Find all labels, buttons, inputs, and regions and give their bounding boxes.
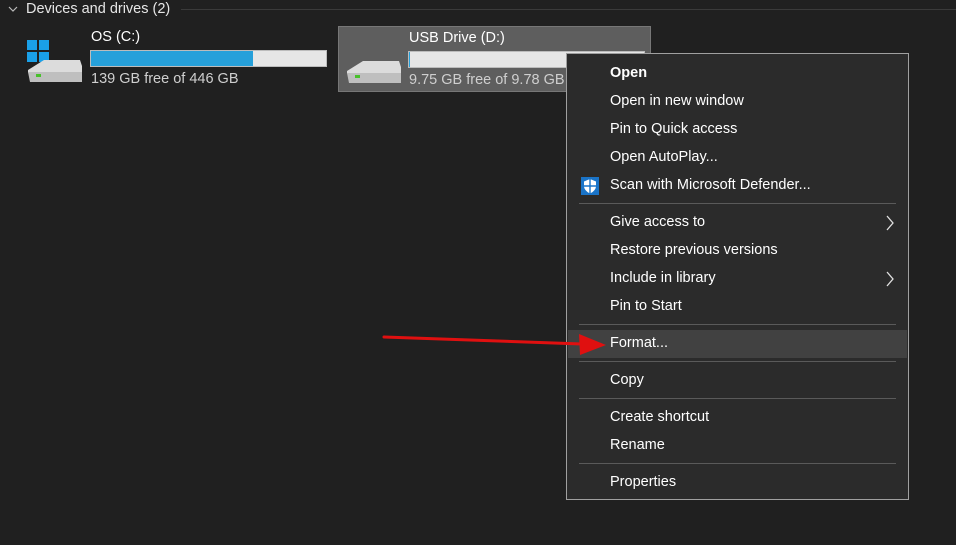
menu-item-label: Format...: [610, 335, 669, 351]
menu-item-label: Scan with Microsoft Defender...: [610, 177, 811, 193]
menu-separator: [579, 324, 896, 325]
drive-c-usage-bar: [90, 50, 327, 67]
menu-item-properties[interactable]: Properties: [568, 469, 907, 497]
defender-shield-icon: [581, 177, 599, 195]
menu-item-label: Open: [610, 65, 648, 81]
menu-item-open[interactable]: Open: [568, 60, 907, 88]
menu-item-rename[interactable]: Rename: [568, 432, 907, 460]
devices-group-header[interactable]: Devices and drives (2): [6, 0, 170, 18]
menu-item-label: Properties: [610, 474, 677, 490]
menu-item-label: Open in new window: [610, 93, 744, 109]
drive-d-name: USB Drive (D:): [409, 30, 505, 46]
context-menu: Open Open in new window Pin to Quick acc…: [566, 53, 909, 500]
menu-item-format[interactable]: Format...: [568, 330, 907, 358]
usb-drive-icon: [347, 61, 401, 83]
menu-item-include-library[interactable]: Include in library: [568, 265, 907, 293]
menu-separator: [579, 361, 896, 362]
menu-item-open-autoplay[interactable]: Open AutoPlay...: [568, 144, 907, 172]
windows-drive-icon: [27, 40, 82, 82]
menu-item-label: Restore previous versions: [610, 242, 778, 258]
group-title: Devices and drives (2): [26, 1, 171, 17]
drive-c-free-text: 139 GB free of 446 GB: [91, 71, 239, 87]
menu-item-label: Create shortcut: [610, 409, 710, 425]
menu-separator: [579, 398, 896, 399]
menu-item-pin-quick-access[interactable]: Pin to Quick access: [568, 116, 907, 144]
drive-c-usage-fill: [91, 51, 254, 66]
menu-item-scan-defender[interactable]: Scan with Microsoft Defender...: [568, 172, 907, 200]
menu-separator: [579, 463, 896, 464]
drive-c[interactable]: OS (C:) 139 GB free of 446 GB: [22, 26, 332, 92]
group-divider: [181, 9, 956, 10]
menu-item-restore-versions[interactable]: Restore previous versions: [568, 237, 907, 265]
menu-item-give-access[interactable]: Give access to: [568, 209, 907, 237]
drive-d-free-text: 9.75 GB free of 9.78 GB: [409, 72, 565, 88]
drive-d-usage-fill: [409, 52, 410, 67]
menu-item-create-shortcut[interactable]: Create shortcut: [568, 404, 907, 432]
menu-item-label: Pin to Start: [610, 298, 682, 314]
drive-c-name: OS (C:): [91, 29, 141, 45]
menu-item-pin-start[interactable]: Pin to Start: [568, 293, 907, 321]
menu-item-copy[interactable]: Copy: [568, 367, 907, 395]
menu-item-label: Include in library: [610, 270, 716, 286]
menu-item-label: Rename: [610, 437, 665, 453]
menu-item-label: Open AutoPlay...: [610, 149, 718, 165]
menu-item-label: Copy: [610, 372, 644, 388]
menu-separator: [579, 203, 896, 204]
menu-item-open-new-window[interactable]: Open in new window: [568, 88, 907, 116]
chevron-right-icon: [886, 215, 894, 231]
menu-item-label: Pin to Quick access: [610, 121, 738, 137]
chevron-down-icon: [8, 6, 18, 12]
chevron-right-icon: [886, 271, 894, 287]
menu-item-label: Give access to: [610, 214, 706, 230]
